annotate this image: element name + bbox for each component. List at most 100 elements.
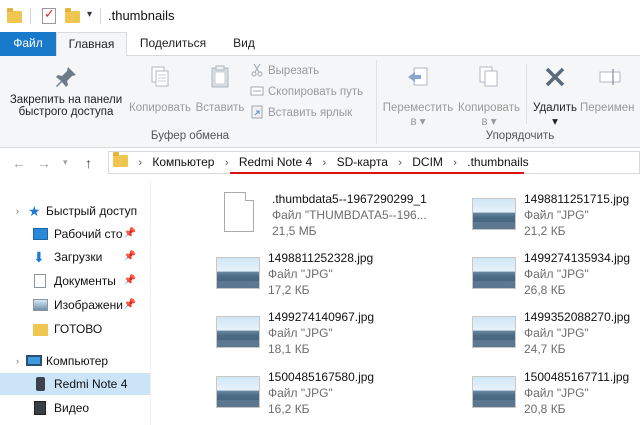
pin-label-line1: Закрепить на панели bbox=[9, 94, 123, 106]
pin-icon: 📌 bbox=[123, 228, 136, 239]
nav-item-downloads[interactable]: ⬇ Загрузки 📌 bbox=[0, 246, 150, 268]
crumb-sd-card[interactable]: SD-карта bbox=[337, 155, 388, 169]
back-icon[interactable]: ← bbox=[12, 155, 26, 171]
breadcrumb: › Компьютер › Redmi Note 4 › SD-карта › … bbox=[113, 152, 529, 169]
pin-quick-access-button[interactable]: Закрепить на панели быстрого доступа bbox=[4, 64, 128, 118]
expand-arrow-icon[interactable]: › bbox=[16, 350, 19, 372]
pin-icon: 📌 bbox=[123, 275, 136, 286]
delete-button[interactable]: Удалить ▾ bbox=[530, 64, 580, 128]
copy-to-sub: в ▾ bbox=[481, 116, 497, 128]
nav-label: Redmi Note 4 bbox=[54, 377, 128, 391]
file-type: Файл "JPG" bbox=[524, 326, 589, 340]
move-to-button[interactable]: Переместить в ▾ bbox=[382, 64, 454, 128]
file-type: Файл "JPG" bbox=[268, 386, 333, 400]
nav-label: Изображени bbox=[54, 298, 123, 312]
list-item[interactable]: 1499352088270.jpg Файл "JPG" 24,7 КБ bbox=[472, 310, 640, 366]
new-folder-icon[interactable] bbox=[65, 8, 80, 23]
organize-group-label: Упорядочить bbox=[485, 130, 555, 142]
computer-icon bbox=[26, 355, 42, 366]
chevron-right-icon[interactable]: › bbox=[225, 157, 229, 169]
copy-path-icon bbox=[250, 84, 264, 98]
paste-shortcut-button[interactable]: Вставить ярлык bbox=[250, 104, 352, 122]
group-divider bbox=[376, 60, 377, 144]
title-bar: ▾ .thumbnails bbox=[0, 0, 640, 32]
copy-to-icon bbox=[476, 64, 502, 90]
crumb-computer[interactable]: Компьютер bbox=[152, 155, 214, 169]
file-type: Файл "JPG" bbox=[524, 386, 589, 400]
paste-button[interactable]: Вставить bbox=[192, 64, 248, 114]
file-name: 1499352088270.jpg bbox=[524, 310, 631, 324]
nav-item-video[interactable]: Видео bbox=[0, 397, 150, 419]
rename-button[interactable]: Переимен bbox=[580, 64, 640, 114]
image-thumbnail-icon bbox=[216, 376, 260, 408]
folder-icon bbox=[113, 152, 128, 167]
delete-dropdown-icon[interactable]: ▾ bbox=[530, 114, 580, 128]
file-size: 16,2 КБ bbox=[268, 402, 310, 416]
file-size: 18,1 КБ bbox=[268, 342, 310, 356]
list-item[interactable]: 1498811251715.jpg Файл "JPG" 21,2 КБ bbox=[472, 192, 640, 248]
file-name: 1498811251715.jpg bbox=[524, 192, 630, 206]
tab-home[interactable]: Главная bbox=[56, 32, 127, 57]
file-size: 17,2 КБ bbox=[268, 283, 310, 297]
crumb-dcim[interactable]: DCIM bbox=[412, 155, 443, 169]
documents-icon bbox=[34, 274, 46, 288]
star-icon: ★ bbox=[28, 203, 41, 219]
list-item[interactable]: 1499274135934.jpg Файл "JPG" 26,8 КБ bbox=[472, 251, 640, 307]
file-size: 21,5 МБ bbox=[272, 224, 317, 238]
nav-item-desktop[interactable]: Рабочий сто 📌 bbox=[0, 223, 150, 245]
address-bar[interactable]: › Компьютер › Redmi Note 4 › SD-карта › … bbox=[108, 151, 640, 174]
file-name: 1499274135934.jpg bbox=[524, 251, 631, 265]
chevron-right-icon[interactable]: › bbox=[138, 157, 142, 169]
customize-quick-access-icon[interactable]: ▾ bbox=[87, 9, 92, 20]
list-item[interactable]: 1498811252328.jpg Файл "JPG" 17,2 КБ bbox=[216, 251, 451, 307]
delete-label: Удалить bbox=[533, 102, 577, 114]
pin-label-line2: быстрого доступа bbox=[18, 106, 114, 118]
folder-icon bbox=[7, 8, 22, 23]
nav-item-documents[interactable]: Документы 📌 bbox=[0, 270, 150, 292]
list-item[interactable]: .thumbdata5--1967290299_1 Файл "THUMBDAT… bbox=[220, 192, 455, 248]
nav-item-pictures[interactable]: Изображени 📌 bbox=[0, 294, 150, 316]
document-icon bbox=[224, 192, 254, 232]
image-thumbnail-icon bbox=[472, 198, 516, 230]
crumb-device[interactable]: Redmi Note 4 bbox=[239, 155, 312, 169]
nav-item-redmi-note-4[interactable]: Redmi Note 4 bbox=[0, 373, 150, 395]
properties-icon[interactable] bbox=[42, 6, 56, 24]
copy-button[interactable]: Копировать bbox=[128, 64, 192, 114]
desktop-icon bbox=[33, 228, 48, 240]
copy-to-button[interactable]: Копировать в ▾ bbox=[454, 64, 524, 128]
crumb-thumbnails[interactable]: .thumbnails bbox=[467, 155, 528, 169]
file-size: 26,8 КБ bbox=[524, 283, 566, 297]
navigation-pane: › ★ Быстрый доступ Рабочий сто 📌 ⬇ Загру… bbox=[0, 180, 150, 425]
clipboard-group-label: Буфер обмена bbox=[150, 130, 230, 142]
tab-view[interactable]: Вид bbox=[222, 32, 266, 56]
copy-path-button[interactable]: Скопировать путь bbox=[250, 83, 363, 101]
recent-dropdown-icon[interactable]: ▾ bbox=[63, 157, 68, 168]
delete-icon bbox=[542, 64, 568, 90]
image-thumbnail-icon bbox=[472, 257, 516, 289]
chevron-right-icon[interactable]: › bbox=[398, 157, 402, 169]
tab-share[interactable]: Поделиться bbox=[133, 32, 213, 56]
path-underline-annotation bbox=[230, 172, 524, 174]
file-size: 24,7 КБ bbox=[524, 342, 566, 356]
nav-label: Рабочий сто bbox=[54, 227, 123, 241]
move-to-sub: в ▾ bbox=[410, 116, 426, 128]
divider bbox=[526, 64, 527, 124]
cut-button[interactable]: Вырезать bbox=[250, 62, 319, 80]
chevron-right-icon[interactable]: › bbox=[453, 157, 457, 169]
list-item[interactable]: 1500485167580.jpg Файл "JPG" 16,2 КБ bbox=[216, 370, 451, 425]
move-to-label: Переместить bbox=[382, 102, 454, 114]
navigation-scrollbar[interactable] bbox=[150, 180, 159, 425]
chevron-right-icon[interactable]: › bbox=[323, 157, 327, 169]
expand-arrow-icon[interactable]: › bbox=[16, 200, 19, 222]
nav-item-quick-access[interactable]: › ★ Быстрый доступ bbox=[0, 200, 150, 222]
up-icon[interactable]: ↑ bbox=[85, 155, 92, 171]
forward-icon[interactable]: → bbox=[37, 155, 51, 171]
ribbon-tabs: Файл Главная Поделиться Вид bbox=[0, 32, 640, 88]
nav-label: Компьютер bbox=[46, 354, 109, 368]
list-item[interactable]: 1499274140967.jpg Файл "JPG" 18,1 КБ bbox=[216, 310, 451, 366]
paste-icon bbox=[207, 64, 233, 90]
nav-label: Быстрый доступ bbox=[46, 204, 138, 218]
nav-item-computer[interactable]: › Компьютер bbox=[0, 350, 150, 372]
list-item[interactable]: 1500485167711.jpg Файл "JPG" 20,8 КБ bbox=[472, 370, 640, 425]
nav-item-gotovo[interactable]: ГОТОВО bbox=[0, 318, 150, 340]
